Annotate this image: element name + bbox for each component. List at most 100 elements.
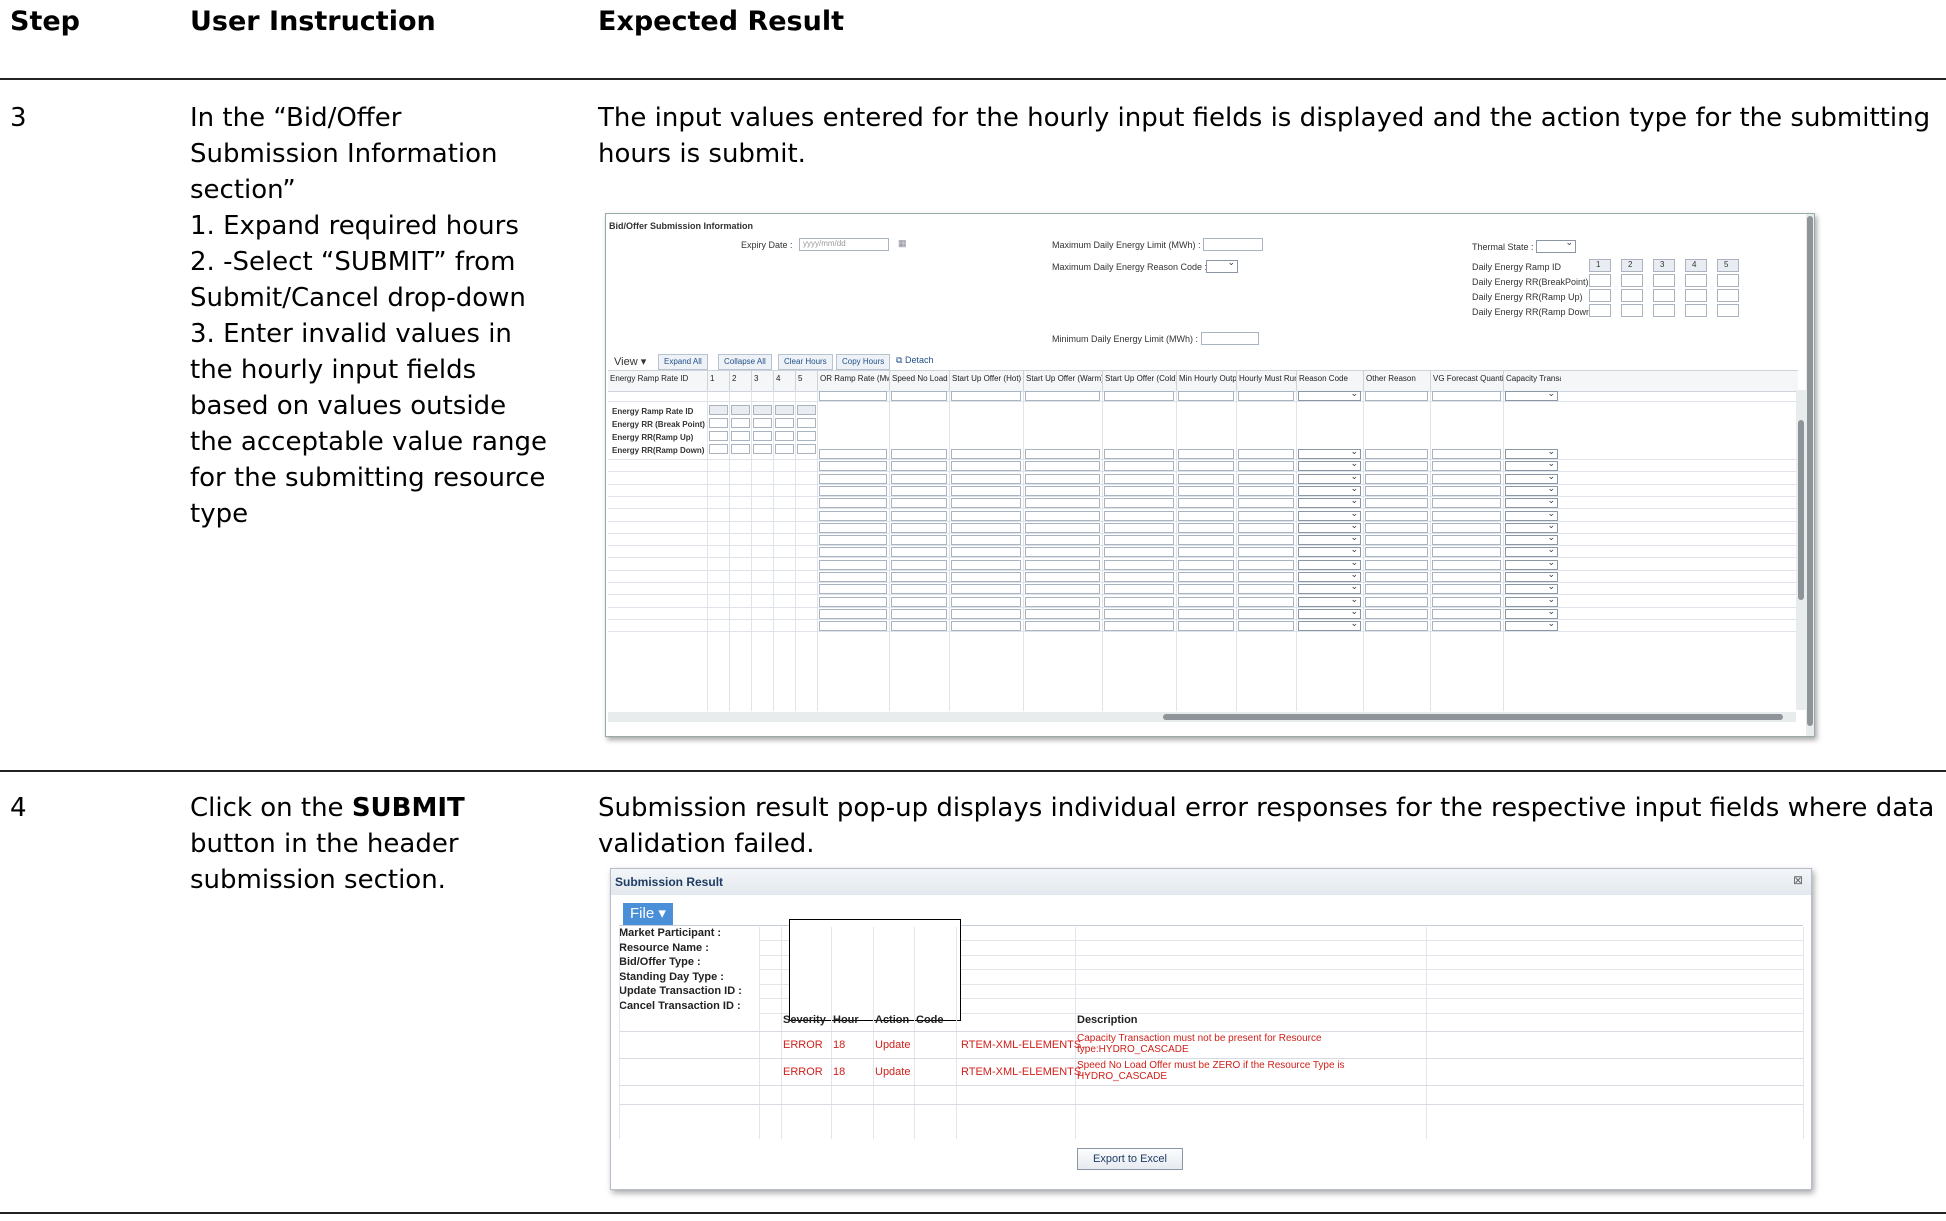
hourly-input[interactable] [891, 485, 947, 496]
hourly-input[interactable] [891, 449, 947, 459]
hourly-input[interactable] [1238, 608, 1294, 619]
horizontal-scrollbar[interactable] [608, 712, 1796, 722]
ramp-rr-input[interactable] [1589, 289, 1611, 302]
hourly-input[interactable] [951, 449, 1021, 459]
calendar-icon[interactable]: ▦ [898, 238, 907, 249]
hourly-input[interactable] [819, 547, 887, 558]
hourly-input[interactable] [819, 461, 887, 472]
ramp-rr-input[interactable] [1685, 274, 1707, 287]
column-header[interactable]: Start Up Offer (Hot) [952, 374, 1024, 383]
hour-ramp-input[interactable] [731, 405, 750, 415]
ramp-rr-input[interactable] [1717, 289, 1739, 302]
vertical-scrollbar[interactable] [1796, 390, 1806, 710]
hourly-input[interactable] [951, 608, 1021, 619]
clear-hours-button[interactable]: Clear Hours [778, 354, 833, 370]
hourly-input[interactable] [1178, 485, 1234, 496]
close-icon[interactable]: ⊠ [1793, 873, 1803, 887]
hourly-input[interactable] [819, 498, 887, 509]
detach-button[interactable]: ⧉ Detach [896, 355, 933, 366]
max-daily-reason-select[interactable] [1206, 257, 1238, 273]
hour-ramp-input[interactable] [797, 405, 816, 415]
hourly-input[interactable] [1238, 473, 1294, 484]
hourly-input[interactable] [1025, 449, 1100, 459]
hourly-input[interactable] [1025, 547, 1100, 558]
hourly-input[interactable] [891, 510, 947, 521]
hourly-input[interactable] [951, 584, 1021, 595]
hourly-input[interactable] [1365, 596, 1428, 607]
hourly-input[interactable] [1238, 547, 1294, 558]
hourly-input[interactable] [1104, 510, 1174, 521]
min-daily-limit-input[interactable] [1201, 332, 1259, 345]
hourly-input[interactable] [951, 596, 1021, 607]
hourly-input[interactable] [951, 572, 1021, 582]
expiry-date-input[interactable]: yyyy/mm/dd [799, 238, 889, 251]
hourly-input[interactable] [1365, 621, 1428, 632]
hourly-input[interactable] [1238, 522, 1294, 533]
hourly-input[interactable] [1238, 559, 1294, 570]
vertical-scroll-thumb[interactable] [1798, 420, 1804, 600]
hour-ramp-input[interactable] [753, 418, 772, 428]
hour-ramp-input[interactable] [709, 431, 728, 441]
hour-ramp-input[interactable] [753, 444, 772, 454]
ramp-rr-input[interactable] [1685, 289, 1707, 302]
hourly-input[interactable] [951, 391, 1021, 401]
hourly-input[interactable] [1432, 485, 1501, 496]
hourly-input[interactable] [819, 608, 887, 619]
ramp-rr-input[interactable] [1653, 274, 1675, 287]
hourly-input[interactable] [1178, 498, 1234, 509]
hourly-input[interactable] [1365, 535, 1428, 546]
hourly-input[interactable] [1238, 510, 1294, 521]
hourly-input[interactable] [1025, 584, 1100, 595]
hourly-input[interactable] [819, 485, 887, 496]
hourly-input[interactable] [1365, 485, 1428, 496]
hourly-input[interactable] [1025, 621, 1100, 632]
hour-ramp-input[interactable] [709, 444, 728, 454]
collapse-all-button[interactable]: Collapse All [718, 354, 772, 370]
hourly-input[interactable] [1104, 547, 1174, 558]
hourly-input[interactable] [1025, 391, 1100, 401]
ramp-rr-input[interactable] [1717, 304, 1739, 317]
hour-ramp-input[interactable] [797, 444, 816, 454]
horizontal-scroll-thumb[interactable] [1163, 714, 1783, 720]
hourly-input[interactable] [1432, 608, 1501, 619]
column-header[interactable]: 3 [754, 374, 774, 383]
expand-all-button[interactable]: Expand All [658, 354, 708, 370]
hourly-input[interactable] [1104, 608, 1174, 619]
hourly-input[interactable] [819, 621, 887, 632]
hourly-input[interactable] [819, 596, 887, 607]
hourly-input[interactable] [1178, 391, 1234, 401]
max-daily-limit-input[interactable] [1203, 238, 1263, 251]
hourly-input[interactable] [1025, 510, 1100, 521]
hourly-input[interactable] [1432, 621, 1501, 632]
hourly-input[interactable] [1178, 572, 1234, 582]
export-button[interactable]: Export to Excel [1077, 1148, 1183, 1170]
column-header[interactable]: Hourly Must Run [1239, 374, 1297, 383]
file-menu[interactable]: File ▾ [623, 903, 673, 925]
hourly-input[interactable] [819, 522, 887, 533]
hourly-input[interactable] [1365, 584, 1428, 595]
hourly-input[interactable] [1104, 391, 1174, 401]
outer-scrollbar[interactable] [1806, 214, 1814, 736]
hourly-input[interactable] [819, 535, 887, 546]
hourly-input[interactable] [891, 608, 947, 619]
hourly-input[interactable] [1365, 547, 1428, 558]
hourly-input[interactable] [1365, 572, 1428, 582]
hourly-input[interactable] [819, 572, 887, 582]
hourly-input[interactable] [1365, 461, 1428, 472]
hour-ramp-input[interactable] [753, 405, 772, 415]
hourly-input[interactable] [891, 498, 947, 509]
hourly-input[interactable] [1178, 584, 1234, 595]
hourly-input[interactable] [1025, 473, 1100, 484]
column-header[interactable]: 4 [776, 374, 796, 383]
hourly-input[interactable] [951, 473, 1021, 484]
hourly-input[interactable] [1178, 473, 1234, 484]
hourly-input[interactable] [951, 498, 1021, 509]
hourly-input[interactable] [1178, 510, 1234, 521]
column-header[interactable]: OR Ramp Rate (Mwh) [820, 374, 890, 383]
ramp-rr-input[interactable] [1653, 289, 1675, 302]
hourly-input[interactable] [1104, 596, 1174, 607]
hour-ramp-input[interactable] [797, 418, 816, 428]
hourly-input[interactable] [819, 510, 887, 521]
hourly-input[interactable] [1025, 596, 1100, 607]
hourly-input[interactable] [1365, 559, 1428, 570]
